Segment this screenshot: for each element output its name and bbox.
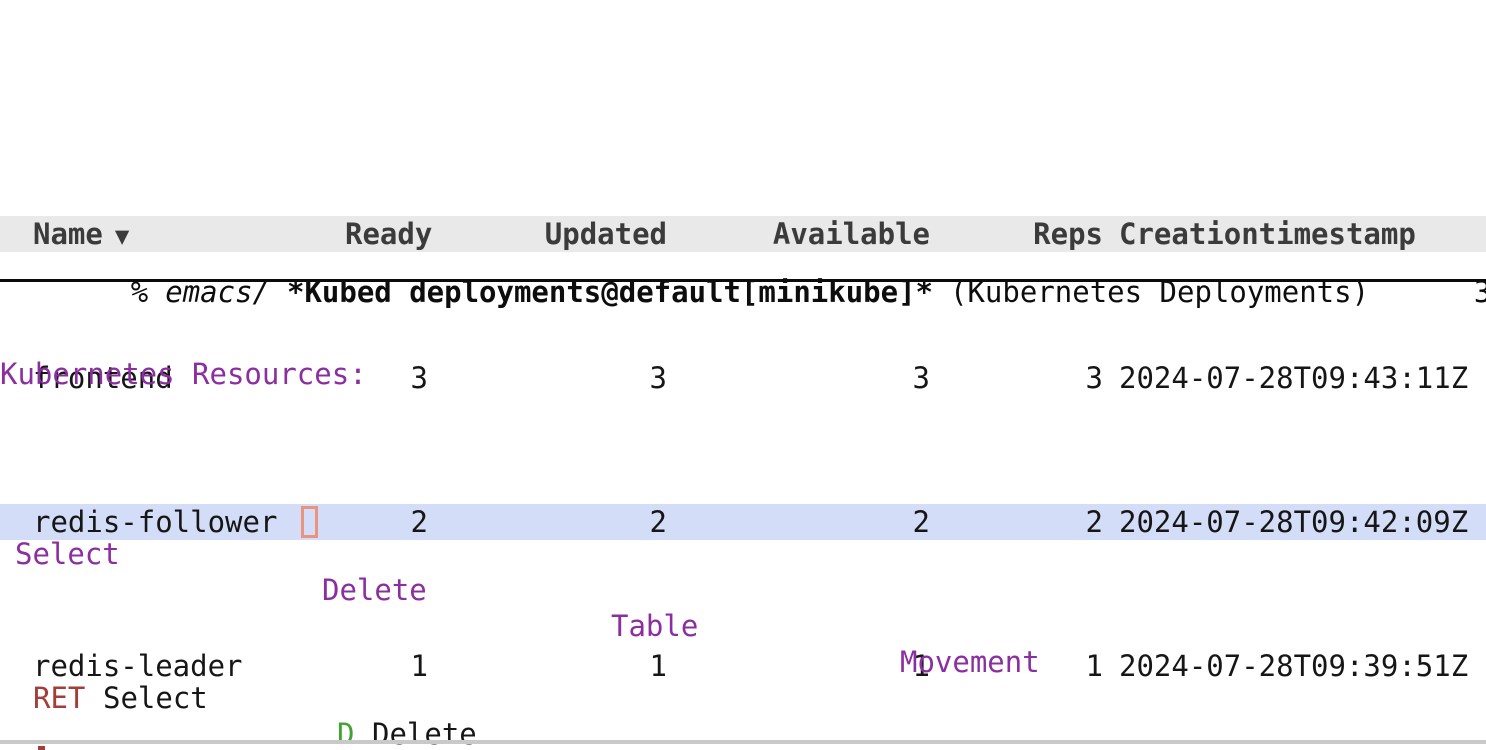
group-heading-table: Table bbox=[611, 608, 698, 644]
key-label: D bbox=[337, 717, 354, 750]
transient-row: RETSelect DDelete |Fit column nNext line bbox=[0, 644, 1486, 680]
group-heading-delete: Delete bbox=[322, 572, 427, 608]
mode-line-right: 3|18Bot/450 bbox=[1369, 238, 1486, 279]
binding-desc: Select bbox=[103, 680, 208, 716]
transient-title: Kubernetes Resources: bbox=[0, 356, 1486, 392]
binding-desc: Delete bbox=[372, 716, 477, 750]
mode-line-left: %emacs/*Kubed deployments@default[miniku… bbox=[26, 238, 1369, 279]
group-heading-select: Select bbox=[15, 536, 120, 572]
transient-group-headings: Select Delete Table Movement bbox=[0, 500, 1486, 536]
binding-select[interactable]: RETSelect bbox=[33, 680, 85, 716]
transient-menu: Kubernetes Resources: Select Delete Tabl… bbox=[0, 284, 1486, 750]
mode-line: %emacs/*Kubed deployments@default[miniku… bbox=[0, 238, 1486, 282]
clipped-next-line-glyph bbox=[38, 746, 45, 750]
emacs-frame: Name▼ Ready Updated Available Reps Creat… bbox=[0, 0, 1486, 750]
binding-delete[interactable]: DDelete bbox=[337, 716, 354, 750]
window-divider bbox=[0, 740, 1486, 744]
key-label: RET bbox=[33, 681, 85, 715]
